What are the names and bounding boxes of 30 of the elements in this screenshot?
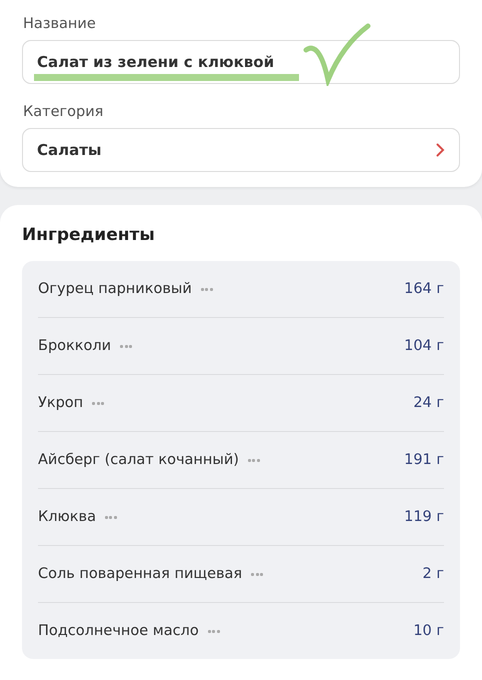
ingredient-name: Айсберг (салат кочанный) xyxy=(38,452,239,468)
check-mark-drawing xyxy=(302,22,372,86)
ingredient-name: Огурец парниковый xyxy=(38,281,192,297)
ingredient-amount: 10 г xyxy=(413,623,444,639)
ingredient-amount: 119 г xyxy=(404,509,444,525)
category-select[interactable]: Салаты xyxy=(22,128,460,172)
ingredient-amount: 24 г xyxy=(413,395,444,411)
ingredient-name: Клюква xyxy=(38,509,96,525)
section-title: Ингредиенты xyxy=(22,225,156,245)
chevron-right-icon xyxy=(436,143,445,157)
ingredient-amount: 104 г xyxy=(404,338,444,354)
ingredient-amount: 164 г xyxy=(404,281,444,297)
more-dots-icon[interactable] xyxy=(200,288,213,290)
more-dots-icon[interactable] xyxy=(120,344,132,348)
more-dots-icon[interactable] xyxy=(92,402,104,404)
field-value: Салат из зелени с клюквой xyxy=(37,53,274,71)
field-label: Категория xyxy=(23,104,104,120)
ingredient-name: Подсолнечное масло xyxy=(38,623,199,639)
more-dots-icon[interactable] xyxy=(251,572,264,576)
more-dots-icon[interactable] xyxy=(104,516,117,518)
more-dots-icon[interactable] xyxy=(208,630,220,632)
field-label: Название xyxy=(23,16,97,32)
field-value: Салаты xyxy=(37,141,102,159)
input-field[interactable]: Салат из зелени с клюквой xyxy=(22,40,460,84)
ingredient-name: Соль поваренная пищевая xyxy=(38,566,242,582)
ingredient-amount: 2 г xyxy=(422,566,444,582)
more-dots-icon[interactable] xyxy=(248,458,260,462)
ingredient-amount: 191 г xyxy=(404,452,444,468)
ingredient-name: Брокколи xyxy=(38,338,112,354)
ingredient-name: Укроп xyxy=(38,395,84,411)
